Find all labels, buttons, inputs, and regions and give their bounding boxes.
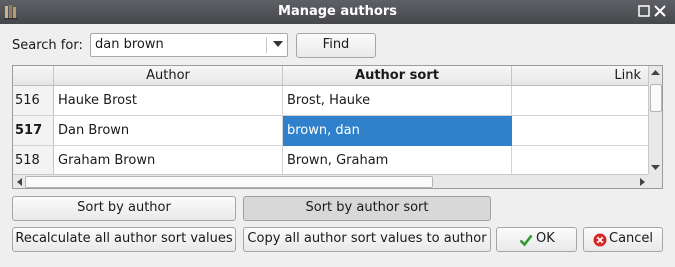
table-cell-link[interactable] (512, 116, 650, 146)
sort-by-author-button[interactable]: Sort by author (12, 196, 236, 221)
column-header-author[interactable]: Author (54, 66, 283, 86)
column-header-author-sort[interactable]: Author sort (283, 66, 512, 86)
vertical-scroll-thumb[interactable] (650, 84, 662, 112)
table-cell-author-sort[interactable]: Brost, Hauke (283, 86, 512, 116)
close-icon[interactable] (652, 3, 668, 19)
search-combo-box[interactable]: dan brown (90, 33, 288, 57)
sort-by-author-sort-button[interactable]: Sort by author sort (243, 196, 491, 221)
cancel-icon (593, 233, 607, 247)
table-cell-author-sort[interactable]: Brown, Graham (283, 146, 512, 176)
chevron-down-icon[interactable] (273, 41, 283, 47)
row-header[interactable]: 518 (13, 146, 54, 176)
window-title: Manage authors (278, 4, 397, 19)
corner-header (13, 66, 54, 86)
table-cell-author[interactable]: Hauke Brost (54, 86, 283, 116)
scroll-up-icon[interactable] (651, 69, 660, 76)
ok-button[interactable]: OK (496, 227, 577, 252)
cancel-button[interactable]: Cancel (583, 227, 663, 252)
ok-label: OK (536, 231, 555, 246)
horizontal-scrollbar[interactable] (13, 174, 649, 188)
table-cell-link[interactable] (512, 86, 650, 116)
vertical-scrollbar[interactable] (648, 66, 662, 174)
horizontal-scroll-thumb[interactable] (25, 176, 433, 188)
column-header-link[interactable]: Link (512, 66, 650, 86)
scroll-corner (648, 174, 662, 188)
checkmark-icon (519, 234, 533, 247)
row-header[interactable]: 517 (13, 116, 54, 146)
recalculate-button[interactable]: Recalculate all author sort values (12, 227, 236, 252)
table-cell-author-sort-selected[interactable]: brown, dan (283, 116, 512, 146)
table-cell-author[interactable]: Dan Brown (54, 116, 283, 146)
table-cell-link[interactable] (512, 146, 650, 176)
maximize-icon[interactable] (636, 3, 652, 19)
scroll-right-icon[interactable] (639, 178, 646, 186)
search-input[interactable]: dan brown (95, 37, 164, 52)
table-cell-author[interactable]: Graham Brown (54, 146, 283, 176)
row-header[interactable]: 516 (13, 86, 54, 116)
cancel-label: Cancel (609, 231, 654, 246)
combo-separator (266, 37, 267, 53)
title-bar: Manage authors (0, 0, 675, 24)
copy-sort-to-author-button[interactable]: Copy all author sort values to author (243, 227, 491, 252)
scroll-down-icon[interactable] (651, 164, 660, 171)
authors-table[interactable]: Author Author sort Link 516 Hauke Brost … (12, 65, 663, 189)
scroll-left-icon[interactable] (16, 178, 23, 186)
search-label: Search for: (12, 38, 83, 53)
find-button[interactable]: Find (296, 33, 376, 58)
